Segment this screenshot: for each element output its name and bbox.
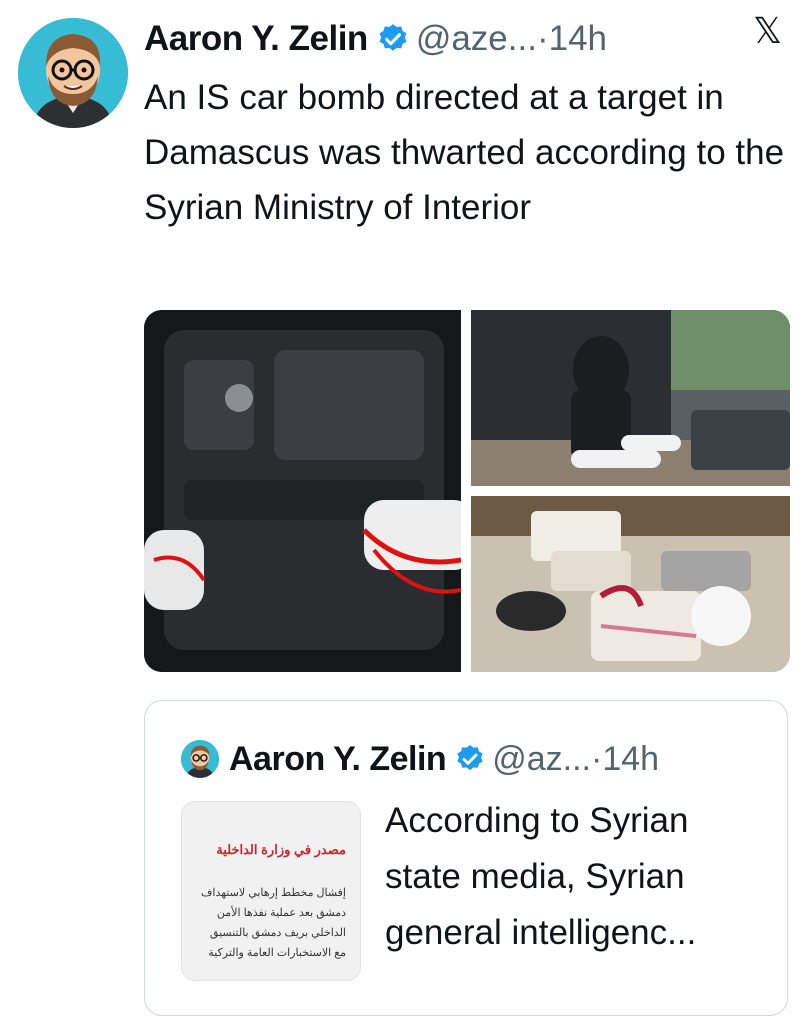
car-underbody-photo[interactable]	[144, 310, 461, 672]
tweet-timestamp[interactable]: 14h	[549, 19, 607, 59]
officer-with-explosives-photo[interactable]	[471, 310, 790, 486]
quoted-tweet-thumbnail[interactable]: مصدر في وزارة الداخلية إفشال مخطط إرهابي…	[181, 801, 361, 981]
media-grid	[144, 310, 790, 672]
thumbnail-line: دمشق بعد عملية نفذها الأمن	[216, 907, 346, 919]
quoted-tweet-card[interactable]: Aaron Y. Zelin @az... · 14h مصدر في وزار…	[144, 700, 788, 1016]
tweet-text: An IS car bomb directed at a target in D…	[144, 78, 785, 227]
separator-dot: ·	[590, 739, 603, 778]
thumbnail-line: مع الاستخبارات العامة والتركية	[208, 947, 346, 959]
tweet-header: Aaron Y. Zelin @aze... · 14h	[144, 14, 794, 64]
quoted-author-name: Aaron Y. Zelin	[229, 739, 447, 778]
author-avatar[interactable]	[18, 18, 128, 128]
quoted-author-avatar	[181, 740, 219, 778]
thumbnail-title: مصدر في وزارة الداخلية	[216, 842, 346, 857]
separator-dot: ·	[536, 19, 549, 58]
quoted-author-handle: @az...	[492, 739, 591, 778]
thumbnail-line: الداخلي بريف دمشق بالتنسيق	[209, 927, 346, 939]
author-handle[interactable]: @aze...	[416, 19, 537, 59]
quoted-tweet-text: According to Syrian state media, Syrian …	[385, 801, 697, 952]
thumbnail-line: إفشال مخطط إرهابي لاستهداف	[201, 887, 346, 899]
author-name[interactable]: Aaron Y. Zelin	[144, 19, 368, 59]
verified-badge-icon	[457, 745, 483, 771]
x-logo-icon: 𝕏	[752, 10, 782, 51]
quoted-tweet-header: Aaron Y. Zelin @az... · 14h	[181, 737, 659, 781]
seized-materials-photo[interactable]	[471, 496, 790, 672]
quoted-tweet-timestamp: 14h	[602, 739, 660, 778]
verified-badge-icon	[379, 24, 407, 51]
